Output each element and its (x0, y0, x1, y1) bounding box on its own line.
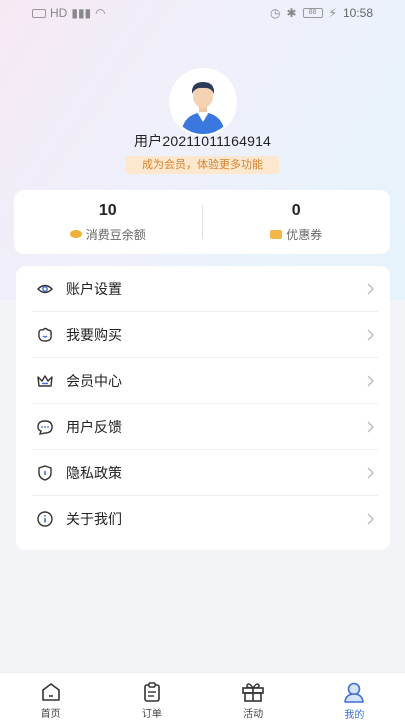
tab-label: 首页 (40, 709, 61, 720)
menu-item-purchase[interactable]: 我要购买 (32, 312, 378, 358)
beans-value: 10 (98, 201, 117, 219)
coupons-value: 0 (291, 201, 301, 219)
menu-item-label: 账户设置 (66, 280, 122, 297)
status-left: HD ▮▮▮ ◠ (32, 6, 106, 20)
signal-icon: ▮▮▮ (71, 6, 92, 20)
chevron-right-icon (364, 374, 378, 388)
avatar-icon (171, 70, 235, 134)
info-icon (36, 510, 54, 528)
stat-beans[interactable]: 10 消费豆余额 (14, 202, 202, 243)
menu-item-label: 隐私政策 (66, 464, 122, 481)
tab-mine[interactable]: 我的 (304, 673, 405, 720)
chevron-right-icon (364, 466, 378, 480)
member-promo-badge[interactable]: 成为会员，体验更多功能 (126, 156, 279, 174)
menu-item-label: 会员中心 (66, 372, 122, 389)
menu-item-account-settings[interactable]: 账户设置 (32, 266, 378, 312)
chevron-right-icon (364, 328, 378, 342)
profile-icon (342, 680, 366, 704)
tab-activities[interactable]: 活动 (203, 673, 304, 720)
menu-item-member-center[interactable]: 会员中心 (32, 358, 378, 404)
menu-item-feedback[interactable]: 用户反馈 (32, 404, 378, 450)
home-icon (39, 680, 63, 703)
menu-item-label: 关于我们 (66, 511, 122, 527)
stat-coupons[interactable]: 0 优惠券 (203, 202, 391, 243)
tab-home[interactable]: 首页 (0, 673, 101, 720)
shield-icon (36, 464, 54, 482)
coupons-label-row: 优惠券 (203, 226, 391, 243)
gift-icon (241, 680, 265, 703)
menu-item-label: 用户反馈 (66, 418, 122, 435)
status-right: ◷ ✱ 88 ⚡ 10:58 (270, 6, 373, 20)
menu-item-privacy[interactable]: 隐私政策 (32, 450, 378, 496)
charging-icon: ⚡ (328, 6, 337, 20)
order-icon (140, 680, 164, 703)
status-bar: HD ▮▮▮ ◠ ◷ ✱ 88 ⚡ 10:58 (0, 0, 405, 26)
chevron-right-icon (364, 512, 378, 526)
username: 用户20211011164914 (133, 133, 272, 149)
avatar[interactable] (171, 70, 235, 134)
coupon-icon (270, 229, 283, 239)
chevron-right-icon (364, 420, 378, 434)
wifi-icon: ◠ (95, 6, 106, 20)
crown-icon (36, 372, 54, 390)
bluetooth-icon: ✱ (286, 6, 297, 20)
bag-icon (36, 326, 54, 344)
tab-label: 我的 (344, 710, 365, 720)
menu-item-label: 我要购买 (66, 326, 122, 343)
alarm-icon: ◷ (269, 6, 281, 20)
bottom-tab-bar: 首页 订单 活动 我的 (0, 672, 405, 720)
beans-label: 消费豆余额 (85, 227, 146, 242)
tab-label: 订单 (141, 709, 162, 720)
chevron-right-icon (364, 282, 378, 296)
carrier-label: HD (50, 6, 68, 20)
stats-card: 10 消费豆余额 0 优惠券 (14, 190, 390, 254)
menu-item-about[interactable]: 关于我们 (32, 496, 378, 542)
sim-icon (32, 8, 46, 18)
clock: 10:58 (342, 6, 373, 20)
menu-card: 账户设置 我要购买 会员中心 用户反馈 隐私政策 关于我们 (16, 266, 390, 550)
beans-label-row: 消费豆余额 (14, 226, 202, 243)
tab-label: 活动 (243, 709, 264, 720)
chat-icon (36, 418, 54, 436)
coupons-label: 优惠券 (286, 227, 323, 242)
battery-icon: 88 (302, 8, 323, 18)
coin-icon (69, 230, 82, 238)
tab-orders[interactable]: 订单 (101, 673, 202, 720)
eye-icon (36, 280, 54, 298)
